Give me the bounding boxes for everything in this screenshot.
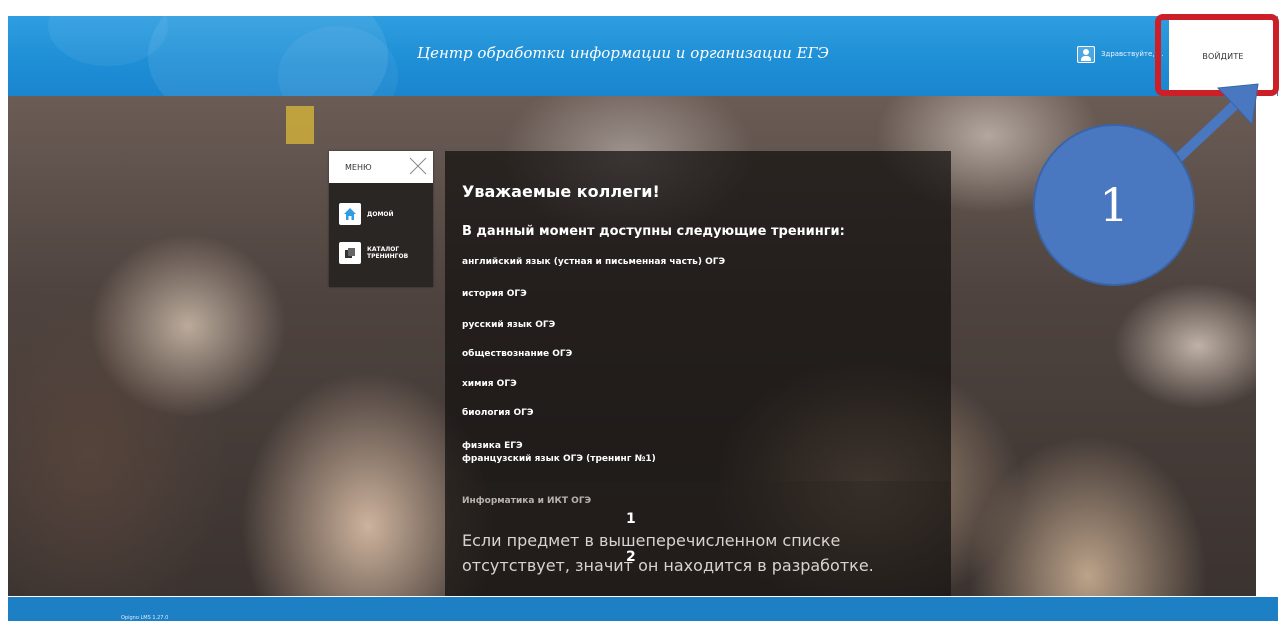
callout-circle: 1 bbox=[1033, 124, 1195, 286]
annotation-number: 1 bbox=[626, 511, 636, 527]
page-subheading: В данный момент доступны следующие трени… bbox=[462, 224, 845, 239]
course-link[interactable]: английский язык (устная и письменная час… bbox=[462, 257, 725, 267]
close-icon[interactable] bbox=[407, 155, 429, 177]
site-header: Центр обработки информации и организации… bbox=[8, 16, 1278, 96]
page-heading: Уважаемые коллеги! bbox=[462, 182, 660, 201]
course-link[interactable]: физика ЕГЭ bbox=[462, 441, 523, 451]
course-link[interactable]: биология ОГЭ bbox=[462, 408, 533, 418]
catalog-icon bbox=[339, 242, 361, 264]
menu-header: МЕНЮ bbox=[329, 151, 433, 183]
development-note: Если предмет в вышеперечисленном списке … bbox=[462, 531, 874, 575]
version-text: Opigno LMS 1.27.0 bbox=[121, 615, 169, 621]
course-link[interactable]: обществознание ОГЭ bbox=[462, 349, 572, 359]
course-link[interactable]: история ОГЭ bbox=[462, 289, 527, 299]
home-icon bbox=[339, 203, 361, 225]
menu-item-label: ДОМОЙ bbox=[367, 210, 394, 218]
course-link[interactable]: химия ОГЭ bbox=[462, 379, 517, 389]
user-icon[interactable] bbox=[1077, 46, 1095, 63]
menu-title: МЕНЮ bbox=[345, 163, 372, 172]
menu-item-home[interactable]: ДОМОЙ bbox=[339, 203, 394, 225]
course-link[interactable]: французский язык ОГЭ (тренинг №1) bbox=[462, 454, 656, 464]
background-sign bbox=[286, 106, 314, 144]
announcement-panel: Уважаемые коллеги! В данный момент досту… bbox=[445, 151, 951, 596]
side-menu: МЕНЮ ДОМОЙ КАТАЛОГ ТРЕНИНГОВ bbox=[329, 151, 433, 287]
annotation-number: 2 bbox=[626, 549, 636, 565]
menu-item-catalog[interactable]: КАТАЛОГ ТРЕНИНГОВ bbox=[339, 242, 408, 264]
course-link[interactable]: русский язык ОГЭ bbox=[462, 320, 555, 330]
site-footer: Opigno LMS 1.27.0 bbox=[8, 597, 1278, 621]
menu-item-label: КАТАЛОГ ТРЕНИНГОВ bbox=[367, 246, 409, 260]
course-link[interactable]: Информатика и ИКТ ОГЭ bbox=[462, 496, 591, 506]
